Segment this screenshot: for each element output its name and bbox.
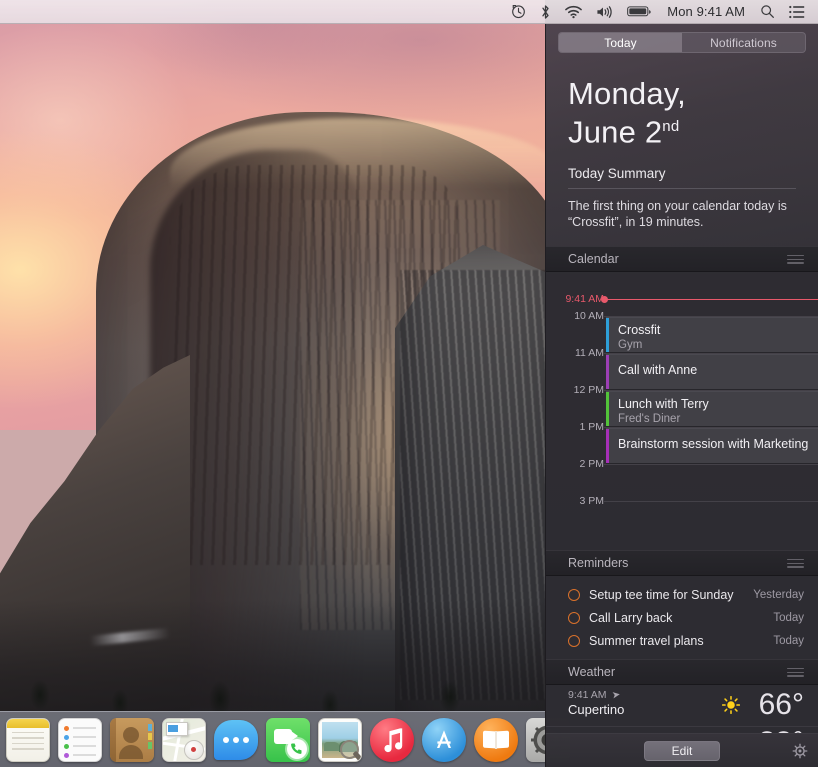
calendar-event-location: Fred's Diner [618, 413, 681, 426]
calendar-event-color-bar [606, 318, 609, 353]
notification-center-tabs: Today Notifications [546, 24, 818, 59]
calendar-hour-row: 2 PM [546, 458, 818, 470]
calendar-hour-label: 3 PM [579, 495, 604, 508]
calendar-event-location: Gym [618, 339, 643, 352]
dock-item-facetime[interactable] [266, 717, 310, 762]
notification-center: Today Notifications Monday, June 2nd Tod… [545, 24, 818, 767]
reminder-due: Yesterday [753, 588, 804, 601]
reminder-due: Today [773, 634, 804, 647]
drag-handle-icon[interactable] [787, 558, 804, 568]
edit-button[interactable]: Edit [644, 740, 720, 761]
calendar-event-title: Crossfit [618, 323, 661, 338]
calendar-event[interactable]: Brainstorm session with Marketing [606, 428, 818, 465]
calendar-event-color-bar [606, 355, 609, 390]
reminder-title: Call Larry back [589, 610, 673, 625]
drag-handle-icon[interactable] [787, 667, 804, 677]
date-month-day-text: June 2 [568, 114, 663, 150]
date-ordinal: nd [662, 118, 680, 135]
reminder-checkbox-icon[interactable] [568, 611, 580, 624]
calendar-event[interactable]: Lunch with Terry Fred's Diner [606, 391, 818, 428]
notification-center-footer: Edit [546, 733, 818, 767]
reminder-title: Summer travel plans [589, 633, 704, 648]
reminder-item[interactable]: Summer travel plans Today [546, 629, 818, 652]
battery-icon[interactable] [620, 0, 659, 24]
date-header: Monday, June 2nd Today Summary The first… [546, 59, 818, 246]
dock-item-maps[interactable] [162, 717, 206, 762]
dock [0, 711, 570, 767]
bluetooth-icon[interactable] [533, 0, 558, 24]
reminders-widget-body: Setup tee time for Sunday Yesterday Call… [546, 576, 818, 660]
calendar-event-title: Lunch with Terry [618, 397, 709, 412]
reminder-due: Today [773, 611, 804, 624]
drag-handle-icon[interactable] [787, 254, 804, 264]
dock-item-messages[interactable] [214, 718, 258, 762]
reminder-title: Setup tee time for Sunday [589, 587, 734, 602]
calendar-event[interactable]: Crossfit Gym [606, 317, 818, 354]
sun-icon [722, 696, 740, 715]
today-summary-body: The first thing on your calendar today i… [568, 199, 787, 230]
calendar-now-line [604, 299, 818, 301]
calendar-hour-label: 2 PM [579, 458, 604, 471]
calendar-widget-header: Calendar [546, 246, 818, 273]
calendar-event-color-bar [606, 392, 609, 427]
calendar-hour-label: 1 PM [579, 421, 604, 434]
reminder-item[interactable]: Call Larry back Today [546, 606, 818, 629]
tab-today[interactable]: Today [559, 33, 682, 52]
wifi-icon[interactable] [558, 0, 589, 24]
menu-bar-clock[interactable]: Mon 9:41 AM [659, 4, 753, 19]
reminder-checkbox-icon[interactable] [568, 634, 580, 647]
calendar-widget-title: Calendar [568, 252, 619, 267]
calendar-hour-line [604, 501, 818, 503]
calendar-hour-label: 12 PM [573, 384, 604, 397]
weather-time-text: 9:41 AM [568, 689, 607, 702]
gear-icon[interactable] [792, 743, 808, 759]
calendar-hour-label: 10 AM [574, 310, 604, 323]
date-weekday: Monday, [568, 76, 686, 111]
tab-notifications[interactable]: Notifications [682, 33, 805, 52]
weather-temperature: 66° [758, 688, 804, 722]
search-icon[interactable] [753, 0, 782, 24]
today-summary-heading: Today Summary [568, 166, 666, 182]
wallpaper-rock [0, 0, 545, 767]
dock-item-reminders[interactable] [58, 717, 102, 762]
calendar-event-title: Brainstorm session with Marketing [618, 437, 809, 452]
dock-item-contacts[interactable] [110, 717, 154, 762]
calendar-now-label: 9:41 AM [565, 293, 604, 306]
calendar-event-color-bar [606, 429, 609, 464]
calendar-event-title: Call with Anne [618, 363, 698, 378]
notification-center-icon[interactable] [782, 0, 812, 24]
weather-widget-body: 9:41 AM ➤ Cupertino 66° [546, 685, 818, 733]
dock-item-notes[interactable] [6, 717, 50, 762]
calendar-hour-label: 11 AM [575, 347, 604, 360]
dock-item-ibooks[interactable] [474, 717, 518, 762]
reminders-widget-header: Reminders [546, 550, 818, 577]
weather-row[interactable]: 9:41 AM ➤ Cupertino 66° [546, 685, 818, 728]
weather-widget-header: Weather [546, 659, 818, 686]
calendar-hour-line [604, 464, 818, 466]
calendar-widget-body[interactable]: 9:41 AM 10 AM 11 AM 12 PM 1 PM 2 PM 3 PM… [546, 272, 818, 551]
today-summary-divider [568, 188, 796, 190]
weather-widget-title: Weather [568, 665, 616, 680]
dock-item-app-store[interactable] [422, 717, 466, 762]
calendar-grid: 9:41 AM 10 AM 11 AM 12 PM 1 PM 2 PM 3 PM… [546, 272, 818, 550]
volume-icon[interactable] [589, 0, 620, 24]
desktop-wallpaper [0, 0, 545, 767]
notification-center-content[interactable]: Monday, June 2nd Today Summary The first… [546, 59, 818, 733]
date-month-day: June 2nd [568, 110, 796, 148]
calendar-now-row: 9:41 AM [546, 293, 818, 305]
reminders-widget-title: Reminders [568, 556, 629, 571]
dock-item-preview[interactable] [318, 717, 362, 762]
menu-bar: Mon 9:41 AM [0, 0, 818, 24]
calendar-event[interactable]: Call with Anne [606, 354, 818, 391]
dock-item-itunes[interactable] [370, 717, 414, 762]
location-arrow-icon: ➤ [611, 689, 622, 702]
reminder-checkbox-icon[interactable] [568, 588, 580, 601]
calendar-hour-row: 3 PM [546, 495, 818, 507]
reminder-item[interactable]: Setup tee time for Sunday Yesterday [546, 583, 818, 606]
time-machine-icon[interactable] [504, 0, 533, 24]
